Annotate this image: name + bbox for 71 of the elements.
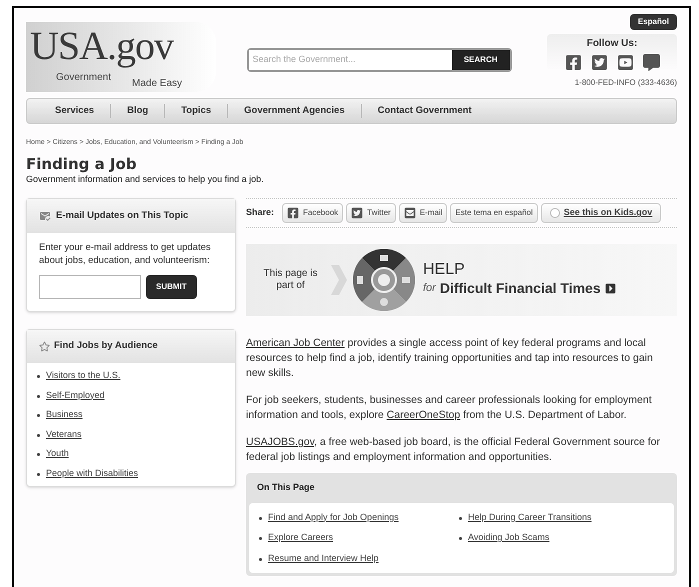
audience-link[interactable]: Veterans bbox=[46, 428, 82, 441]
search-button[interactable]: SEARCH bbox=[452, 50, 510, 70]
paragraph: USAJOBS.gov, a free web-based job board, is the official Federal Government source for federal job listings and employment information and opportunities. bbox=[246, 435, 661, 465]
financial-banner[interactable]: This page is part of HELP for Difficult Financial Times bbox=[246, 244, 677, 316]
share-label: Share: bbox=[246, 206, 274, 220]
link[interactable]: American Job Center bbox=[246, 337, 345, 349]
banner-help: HELP bbox=[423, 262, 466, 278]
speech-bubble-icon[interactable] bbox=[642, 54, 660, 71]
panel-title: Find Jobs by Audience bbox=[54, 339, 158, 354]
logo-tagline: Government bbox=[56, 71, 112, 85]
banner-intro: This page is part of bbox=[262, 268, 318, 292]
panel-title: E-mail Updates on This Topic bbox=[56, 208, 188, 223]
logo-tagline: Made Easy bbox=[132, 77, 182, 91]
bullet-icon bbox=[37, 472, 40, 476]
audience-link[interactable]: Business bbox=[46, 408, 83, 422]
section-link[interactable]: Resume and Interview Help bbox=[268, 552, 379, 565]
bullet-icon bbox=[37, 375, 40, 378]
link[interactable]: USAJOBS.gov bbox=[246, 436, 314, 448]
video-icon[interactable] bbox=[616, 54, 634, 71]
search-field[interactable]: Search the Government... bbox=[248, 50, 452, 70]
bullet-icon bbox=[459, 537, 462, 540]
facebook-icon[interactable] bbox=[287, 207, 300, 219]
follow-title: Follow Us: bbox=[586, 37, 638, 51]
envelope-icon[interactable] bbox=[404, 207, 416, 219]
nav-link[interactable]: Services bbox=[39, 104, 110, 118]
nav-link[interactable]: Government Agencies bbox=[228, 104, 361, 118]
bullet-icon bbox=[37, 434, 40, 436]
banner-title: Difficult Financial Times bbox=[440, 278, 601, 298]
bullet-icon bbox=[37, 414, 40, 417]
star-icon bbox=[39, 341, 50, 352]
section-link[interactable]: Avoiding Job Scams bbox=[468, 531, 550, 544]
audience-link[interactable]: Youth bbox=[46, 447, 69, 460]
kids-share-button[interactable]: See this on Kids.gov bbox=[540, 203, 662, 223]
panel-title: On This Page bbox=[256, 481, 316, 494]
share-button[interactable]: Twitter bbox=[346, 203, 396, 223]
email-field[interactable] bbox=[39, 275, 141, 299]
language-button[interactable]: Español bbox=[630, 14, 677, 30]
audience-link[interactable]: Visitors to the U.S. bbox=[46, 369, 120, 382]
audience-link[interactable]: Self-Employed bbox=[46, 388, 105, 402]
submit-button[interactable]: SUBMIT bbox=[146, 275, 197, 299]
envelope-icon bbox=[39, 210, 51, 222]
bullet-icon bbox=[259, 537, 262, 540]
link[interactable]: CareerOneStop bbox=[386, 409, 460, 421]
page-title: Finding a Job bbox=[26, 154, 138, 172]
email-instructions: Enter your e-mail address to get updates about jobs, education, and volunteerism: bbox=[39, 241, 212, 267]
page-subtitle: Government information and services to help you find a job. bbox=[26, 172, 265, 186]
twitter-icon[interactable] bbox=[590, 54, 608, 71]
share-button[interactable]: Este tema en español bbox=[450, 203, 538, 223]
paragraph: For job seekers, students, businesses and career professionals looking for employment information and tools, explore CareerOneStop from the U.S. Department of Labor. bbox=[246, 393, 653, 423]
nav-link[interactable]: Topics bbox=[165, 104, 228, 118]
facebook-icon[interactable] bbox=[564, 54, 582, 71]
logo-wordmark: USA.gov bbox=[30, 24, 174, 68]
nav-link[interactable]: Blog bbox=[111, 104, 164, 118]
share-button[interactable]: E-mail bbox=[398, 203, 448, 223]
paragraph: American Job Center provides a single access point of key federal programs and local resources to help find a job, identify training opportunities and tap into resources to gain new skills. bbox=[246, 336, 654, 381]
section-link[interactable]: Help During Career Transitions bbox=[468, 510, 592, 524]
nav-link[interactable]: Contact Government bbox=[362, 104, 488, 118]
bullet-icon bbox=[37, 394, 40, 398]
share-button[interactable]: Facebook bbox=[282, 203, 344, 223]
bullet-icon bbox=[259, 516, 262, 520]
banner-for: for bbox=[423, 280, 436, 296]
phone-number: 1-800-FED-INFO (333-4636) bbox=[574, 77, 677, 89]
bullet-icon bbox=[37, 453, 40, 456]
arrow-icon bbox=[604, 282, 616, 294]
financial-wheel-drawing bbox=[353, 249, 415, 311]
audience-link[interactable]: People with Disabilities bbox=[46, 466, 138, 480]
twitter-icon[interactable] bbox=[351, 207, 364, 219]
section-link[interactable]: Explore Careers bbox=[268, 531, 334, 544]
bullet-icon bbox=[259, 558, 262, 560]
bullet-icon bbox=[459, 516, 462, 520]
section-link[interactable]: Find and Apply for Job Openings bbox=[268, 510, 399, 524]
